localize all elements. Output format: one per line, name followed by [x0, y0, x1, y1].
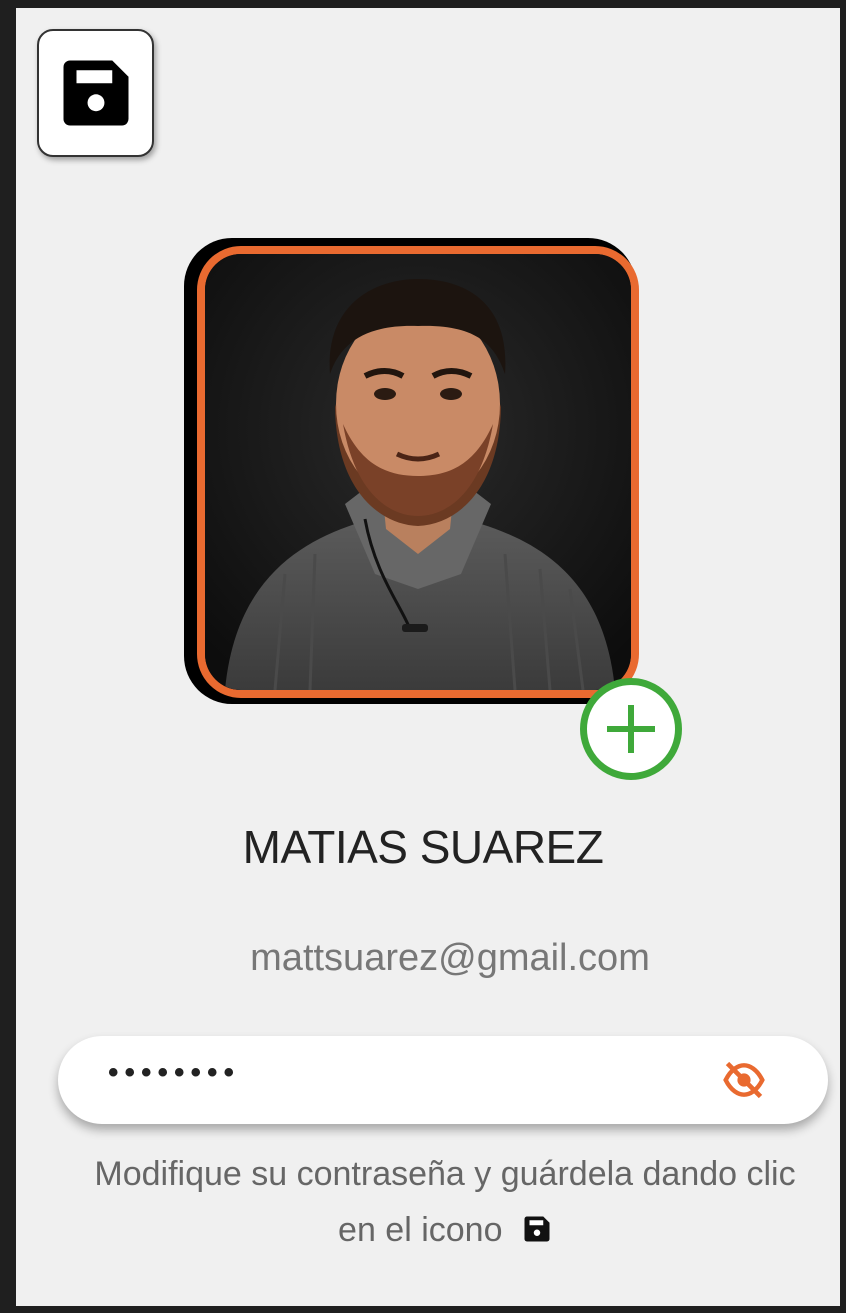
avatar[interactable] [197, 246, 639, 698]
hint-line-2: en el icono [30, 1202, 846, 1258]
avatar-container [180, 236, 640, 716]
password-value: •••••••• [108, 1056, 241, 1089]
eye-off-icon[interactable] [722, 1058, 766, 1102]
profile-name: MATIAS SUAREZ [242, 821, 604, 873]
plus-circle-icon [607, 705, 655, 753]
profile-email: mattsuarez@gmail.com [250, 937, 650, 979]
add-photo-button[interactable] [580, 678, 682, 780]
password-field[interactable]: •••••••• [58, 1036, 828, 1124]
avatar-photo [205, 254, 631, 690]
save-icon [63, 60, 128, 126]
password-hint: Modifique su contraseña y guárdela dando… [30, 1146, 846, 1258]
save-button[interactable] [37, 29, 154, 157]
hint-line-2-text: en el icono [338, 1211, 503, 1249]
window-border [840, 0, 846, 1313]
hint-line-1: Modifique su contraseña y guárdela dando… [94, 1155, 796, 1193]
save-icon [524, 1216, 550, 1242]
